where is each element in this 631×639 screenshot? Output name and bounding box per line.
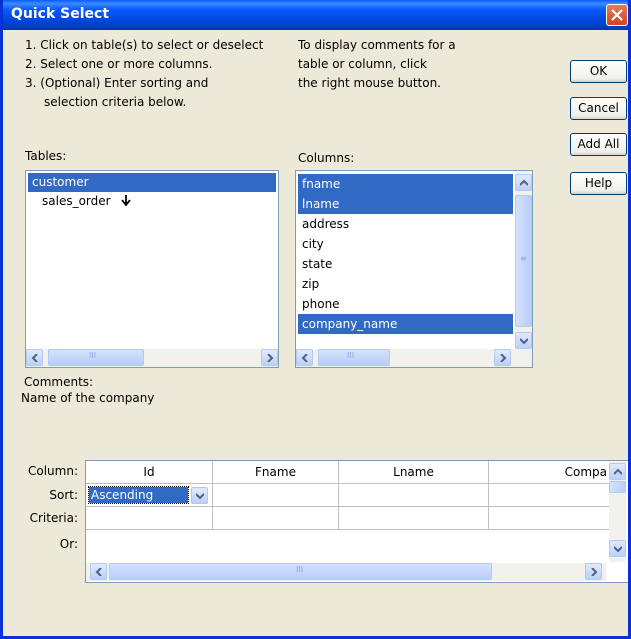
column-item-company-name[interactable]: company_name (298, 314, 513, 334)
scroll-left-button[interactable] (296, 349, 313, 366)
table-item-sales-order[interactable]: sales_order (28, 192, 276, 211)
instruction-line: 2. Select one or more columns. (25, 57, 213, 71)
scroll-left-button[interactable] (90, 563, 107, 580)
window-title: Quick Select (11, 6, 110, 22)
instruction-line: 1. Click on table(s) to select or desele… (25, 38, 264, 52)
grid-sort-cell[interactable]: Ascending (86, 484, 213, 507)
scroll-right-button[interactable] (261, 349, 278, 366)
sort-dropdown-value[interactable]: Ascending (88, 486, 189, 504)
column-item-fname[interactable]: fname (298, 174, 513, 194)
grid-or-row[interactable] (86, 530, 609, 559)
scroll-down-icon (520, 338, 528, 345)
columns-label: Columns: (298, 151, 355, 165)
grid-vscrollbar[interactable] (609, 461, 626, 562)
grid-hscrollbar[interactable]: III (86, 563, 606, 581)
instructions: 1. Click on table(s) to select or desele… (25, 36, 263, 112)
scroll-up-icon (520, 179, 528, 186)
comments-text: Name of the company (21, 391, 155, 405)
cursor-arrow-icon (121, 195, 131, 207)
column-item-phone[interactable]: phone (298, 294, 513, 314)
columns-list[interactable]: fname lname address city state zip phone… (295, 170, 533, 368)
grid-header-cell[interactable]: Fname (213, 461, 339, 484)
grid-header-cell[interactable]: Id (86, 461, 213, 484)
comments-label: Comments: (24, 375, 94, 389)
dropdown-arrow-icon (196, 493, 204, 500)
column-item-zip[interactable]: zip (298, 274, 513, 294)
scroll-thumb[interactable]: III (48, 349, 144, 366)
help-button[interactable]: Help (570, 172, 627, 195)
quick-select-dialog: Quick Select 1. Click on table(s) to sel… (0, 0, 631, 639)
instruction-line: 3. (Optional) Enter sorting and (25, 76, 209, 90)
add-all-button[interactable]: Add All (570, 133, 627, 156)
scroll-right-button[interactable] (494, 349, 511, 366)
scroll-up-icon (614, 468, 622, 475)
ok-button[interactable]: OK (570, 60, 627, 83)
scroll-left-icon (301, 354, 308, 362)
scroll-down-button[interactable] (609, 540, 626, 557)
column-item-lname[interactable]: lname (298, 194, 513, 214)
scroll-right-icon (500, 354, 507, 362)
scroll-left-button[interactable] (26, 349, 43, 366)
grid-cell[interactable] (213, 484, 339, 507)
scroll-left-icon (31, 354, 38, 362)
title-bar[interactable]: Quick Select (3, 0, 628, 30)
tables-hscrollbar[interactable]: III (26, 349, 278, 367)
scroll-right-icon (591, 568, 598, 576)
criteria-grid[interactable]: Id Fname Lname Compa Ascending III (85, 460, 628, 583)
scroll-up-button[interactable] (515, 174, 532, 191)
grid-cell[interactable] (339, 507, 489, 530)
instruction-line: selection criteria below. (44, 95, 187, 109)
column-item-city[interactable]: city (298, 234, 513, 254)
table-item-customer[interactable]: customer (28, 173, 276, 192)
scroll-up-button[interactable] (609, 463, 626, 480)
hint-line: table or column, click (298, 57, 427, 71)
sort-dropdown-button[interactable] (191, 487, 208, 504)
scroll-right-icon (267, 354, 274, 362)
close-button[interactable] (606, 4, 628, 26)
tables-list[interactable]: customer sales_order III (25, 170, 279, 368)
grid-cell[interactable] (339, 484, 489, 507)
cancel-button[interactable]: Cancel (570, 97, 627, 120)
column-item-state[interactable]: state (298, 254, 513, 274)
scroll-down-button[interactable] (515, 332, 532, 349)
grid-cell[interactable] (489, 484, 609, 507)
grid-header-cell[interactable]: Lname (339, 461, 489, 484)
hint-line: To display comments for a (298, 38, 456, 52)
scroll-thumb[interactable]: III (318, 349, 390, 366)
row-label-or: Or: (59, 537, 78, 551)
row-label-column: Column: (28, 464, 78, 478)
columns-hscrollbar[interactable]: III (296, 349, 532, 367)
scroll-left-icon (95, 568, 102, 576)
row-label-sort: Sort: (49, 488, 78, 502)
scroll-down-icon (614, 546, 622, 553)
table-item-label: sales_order (42, 194, 111, 208)
scroll-thumb[interactable]: III (109, 563, 492, 580)
grid-header-cell[interactable]: Compa (489, 461, 609, 484)
grid-cell[interactable] (213, 507, 339, 530)
close-icon (611, 9, 623, 21)
column-item-address[interactable]: address (298, 214, 513, 234)
grid-cell[interactable] (86, 507, 213, 530)
hint-line: the right mouse button. (298, 76, 441, 90)
tables-label: Tables: (25, 149, 67, 163)
comments-hint: To display comments for a table or colum… (298, 36, 456, 93)
scroll-right-button[interactable] (585, 563, 602, 580)
row-label-criteria: Criteria: (29, 511, 78, 525)
grid-cell[interactable] (489, 507, 609, 530)
scroll-thumb[interactable]: ≡ (515, 195, 532, 327)
scroll-thumb[interactable] (609, 481, 626, 493)
columns-vscrollbar[interactable]: ≡ (515, 171, 532, 349)
